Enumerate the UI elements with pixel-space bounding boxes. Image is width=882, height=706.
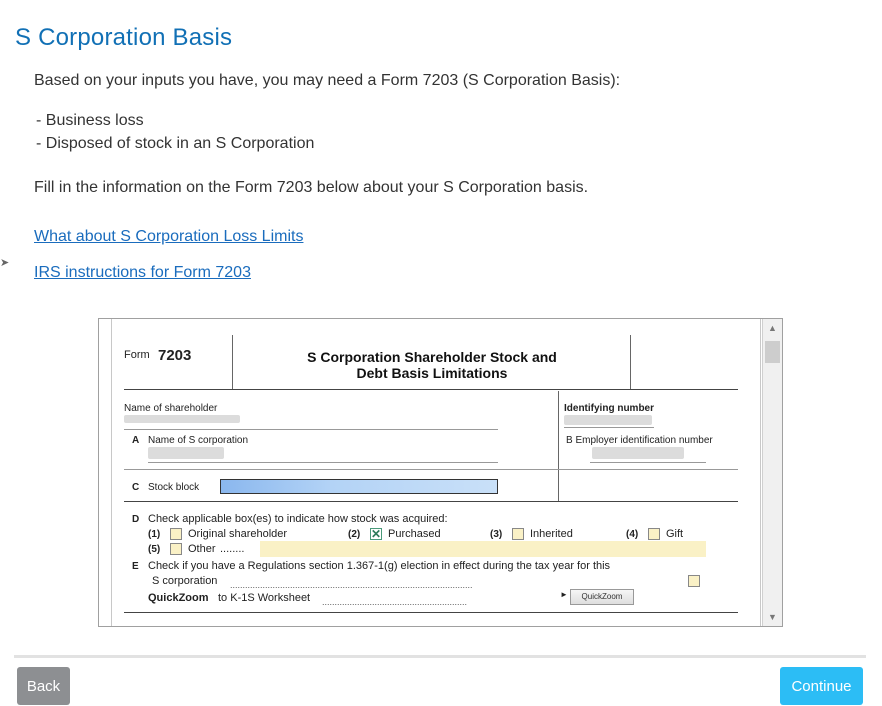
s-corp-name-redacted	[148, 447, 224, 459]
reasons-list: - Business loss - Disposed of stock in a…	[36, 109, 314, 155]
loss-limits-link[interactable]: What about S Corporation Loss Limits	[34, 228, 303, 246]
line-e-label-2: S corporation	[152, 575, 218, 587]
option-5-label: Other	[188, 543, 216, 555]
line-d-label: Check applicable box(es) to indicate how…	[148, 513, 448, 525]
section-rule-2	[124, 501, 738, 502]
form-label: Form	[124, 349, 150, 361]
section-rule-1	[124, 469, 738, 470]
option-1-label: Original shareholder	[188, 528, 288, 540]
gift-checkbox[interactable]	[648, 528, 660, 540]
option-2-label: Purchased	[388, 528, 441, 540]
inherited-checkbox[interactable]	[512, 528, 524, 540]
regulations-election-checkbox[interactable]	[688, 575, 700, 587]
shareholder-rule	[124, 429, 498, 430]
quickzoom-rest: to K-1S Worksheet	[218, 592, 311, 604]
header-divider-right	[630, 335, 631, 389]
identifying-number-label: Identifying number	[564, 403, 654, 414]
fill-in-text: Fill in the information on the Form 7203…	[34, 179, 589, 196]
line-a-rule	[148, 462, 498, 463]
form-scrollbar[interactable]: ▲ ▼	[762, 319, 782, 626]
shareholder-label: Name of shareholder	[124, 403, 218, 414]
scroll-down-arrow-icon[interactable]: ▼	[763, 608, 782, 626]
form-7203: Form 7203 S Corporation Shareholder Stoc…	[111, 319, 761, 626]
header-rule	[124, 389, 738, 390]
quickzoom-button[interactable]: QuickZoom	[570, 589, 634, 605]
reason-item: - Business loss	[36, 112, 144, 129]
line-b-rule	[590, 462, 706, 463]
shareholder-name-redacted	[124, 415, 240, 423]
reason-item: - Disposed of stock in an S Corporation	[36, 135, 315, 152]
form-heading: S Corporation Shareholder Stock and Debt…	[242, 349, 622, 381]
form-viewer[interactable]: Form 7203 S Corporation Shareholder Stoc…	[98, 318, 783, 627]
option-5-number: (5)	[148, 544, 161, 555]
option-3-label: Inherited	[530, 528, 573, 540]
heading-line-1: S Corporation Shareholder Stock and	[307, 349, 557, 365]
quickzoom-label: QuickZoom	[148, 592, 209, 604]
line-e-letter: E	[132, 561, 139, 572]
page-title: S Corporation Basis	[15, 24, 233, 51]
line-c-label: Stock block	[148, 482, 200, 493]
option-2-number: (2)	[348, 529, 361, 540]
section-rule-3	[124, 612, 738, 613]
right-column-divider	[558, 391, 559, 501]
pointer-icon: ➤	[0, 257, 10, 269]
line-e-label: Check if you have a Regulations section …	[148, 560, 611, 572]
line-c-letter: C	[132, 482, 140, 493]
footer-divider	[14, 655, 866, 658]
quickzoom-dots: ........................................…	[322, 597, 468, 607]
line-a-label: Name of S corporation	[148, 435, 249, 446]
quickzoom-leader: ........................................…	[322, 592, 556, 610]
line-b-label: B Employer identification number	[566, 435, 713, 446]
line-e-dots: ........................................…	[230, 580, 473, 590]
option-4-number: (4)	[626, 529, 639, 540]
continue-button[interactable]: Continue	[780, 667, 863, 705]
back-button[interactable]: Back	[17, 667, 70, 705]
form-number: 7203	[158, 347, 192, 364]
line-a-letter: A	[132, 435, 140, 446]
stock-block-input[interactable]	[220, 479, 498, 494]
irs-instructions-link[interactable]: IRS instructions for Form 7203	[34, 264, 251, 282]
quickzoom-arrow-icon: ►	[560, 590, 568, 599]
option-1-number: (1)	[148, 529, 161, 540]
purchased-checkbox[interactable]: ✕	[370, 528, 382, 540]
ein-redacted	[592, 447, 684, 459]
header-divider-left	[232, 335, 233, 389]
option-4-label: Gift	[666, 528, 684, 540]
original-shareholder-checkbox[interactable]	[170, 528, 182, 540]
identifying-number-rule	[564, 427, 654, 428]
scroll-up-arrow-icon[interactable]: ▲	[763, 319, 782, 337]
other-checkbox[interactable]	[170, 543, 182, 555]
intro-text: Based on your inputs you have, you may n…	[34, 72, 621, 89]
other-description-input[interactable]	[260, 541, 706, 557]
option-3-number: (3)	[490, 529, 503, 540]
identifying-number-redacted	[564, 415, 652, 425]
scroll-thumb[interactable]	[765, 341, 780, 363]
option-5-dots: ........	[220, 543, 245, 555]
heading-line-2: Debt Basis Limitations	[356, 365, 508, 381]
line-d-letter: D	[132, 514, 140, 525]
